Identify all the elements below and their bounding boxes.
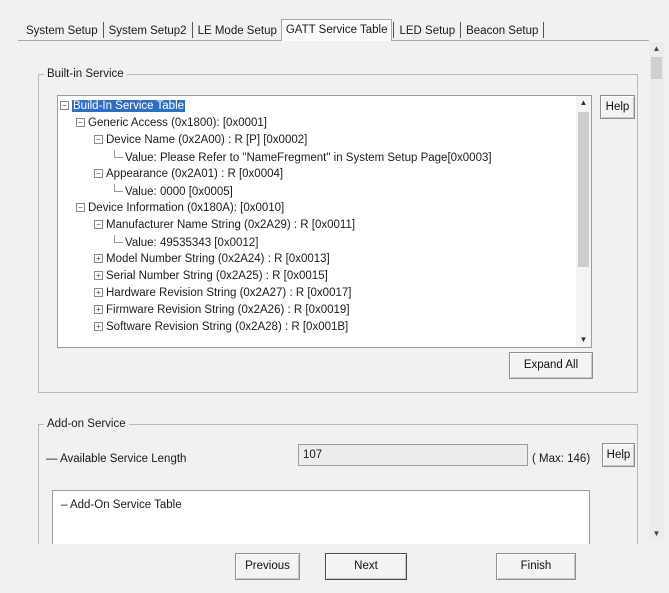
tree-scroll-thumb[interactable] <box>578 112 589 267</box>
tree-item[interactable]: − Manufacturer Name String (0x2A29) : R [… <box>94 218 355 232</box>
tab-beacon-setup[interactable]: Beacon Setup <box>462 22 542 40</box>
tree-item[interactable]: + Firmware Revision String (0x2A26) : R [… <box>94 303 350 317</box>
finish-button[interactable]: Finish <box>496 553 576 580</box>
expand-icon[interactable]: + <box>94 322 103 331</box>
collapse-icon[interactable]: − <box>94 169 103 178</box>
collapse-icon[interactable]: − <box>76 203 85 212</box>
tab-strip: System Setup System Setup2 LE Mode Setup… <box>22 19 545 41</box>
tree-item[interactable]: − Build-In Service Table <box>60 99 186 113</box>
tab-separator <box>191 22 193 38</box>
available-length-field: 107 <box>298 444 528 466</box>
tree-item[interactable]: + Model Number String (0x2A24) : R [0x001… <box>94 252 330 266</box>
tree-item[interactable]: – Add-On Service Table <box>61 498 182 512</box>
max-length-label: ( Max: 146) <box>532 453 591 465</box>
expand-icon[interactable]: + <box>94 305 103 314</box>
tab-gatt-service-table[interactable]: GATT Service Table <box>280 19 393 41</box>
tab-separator <box>543 22 545 38</box>
collapse-icon[interactable]: − <box>76 118 85 127</box>
tree-item[interactable]: − Device Information (0x180A): [0x0010] <box>76 201 284 215</box>
tab-separator <box>102 22 104 38</box>
tree-item[interactable]: Value: 0000 [0x0005] <box>114 184 233 199</box>
tree-scrollbar[interactable]: ▲ ▼ <box>576 96 591 347</box>
scroll-up-icon[interactable]: ▲ <box>576 96 591 110</box>
addon-help-button[interactable]: Help <box>602 443 635 467</box>
tree-item[interactable]: + Hardware Revision String (0x2A27) : R [… <box>94 286 351 300</box>
tab-led-setup[interactable]: LED Setup <box>395 22 459 40</box>
addon-service-title: Add-on Service <box>44 417 129 431</box>
collapse-icon[interactable]: − <box>60 101 69 110</box>
tree-item[interactable]: + Software Revision String (0x2A28) : R [… <box>94 320 348 334</box>
expand-all-button[interactable]: Expand All <box>509 352 593 379</box>
builtin-help-button[interactable]: Help <box>600 95 635 119</box>
tree-item[interactable]: − Appearance (0x2A01) : R [0x0004] <box>94 167 283 181</box>
tree-leaf-connector <box>114 235 123 243</box>
builtin-service-tree[interactable]: − Build-In Service Table − Generic Access … <box>57 95 592 348</box>
tree-leaf-connector <box>114 150 123 158</box>
scroll-up-icon[interactable]: ▲ <box>649 42 664 56</box>
page-scroll-thumb[interactable] <box>651 57 662 79</box>
addon-service-tree[interactable]: – Add-On Service Table <box>52 490 590 552</box>
previous-button[interactable]: Previous <box>235 553 300 580</box>
scroll-down-icon[interactable]: ▼ <box>576 333 591 347</box>
tree-item[interactable]: + Serial Number String (0x2A25) : R [0x00… <box>94 269 328 283</box>
available-length-label: — Available Service Length <box>46 453 187 465</box>
collapse-icon[interactable]: − <box>94 135 103 144</box>
tree-item[interactable]: − Device Name (0x2A00) : R [P] [0x0002] <box>94 133 307 147</box>
page-scrollbar[interactable]: ▲ ▼ <box>649 42 664 541</box>
tree-item[interactable]: Value: 49535343 [0x0012] <box>114 235 258 250</box>
tab-system-setup2[interactable]: System Setup2 <box>105 22 191 40</box>
tab-separator <box>460 22 462 38</box>
expand-icon[interactable]: + <box>94 271 103 280</box>
next-button[interactable]: Next <box>325 553 407 580</box>
expand-icon[interactable]: + <box>94 254 103 263</box>
collapse-icon[interactable]: − <box>94 220 103 229</box>
tree-item[interactable]: − Generic Access (0x1800): [0x0001] <box>76 116 267 130</box>
expand-icon[interactable]: + <box>94 288 103 297</box>
tree-leaf-connector <box>114 184 123 192</box>
tab-system-setup[interactable]: System Setup <box>22 22 102 40</box>
builtin-service-title: Built-in Service <box>44 67 127 81</box>
tab-le-mode-setup[interactable]: LE Mode Setup <box>194 22 281 40</box>
tree-item[interactable]: Value: Please Refer to "NameFregment" in… <box>114 150 492 165</box>
tab-separator <box>393 22 395 38</box>
scroll-down-icon[interactable]: ▼ <box>649 527 664 541</box>
